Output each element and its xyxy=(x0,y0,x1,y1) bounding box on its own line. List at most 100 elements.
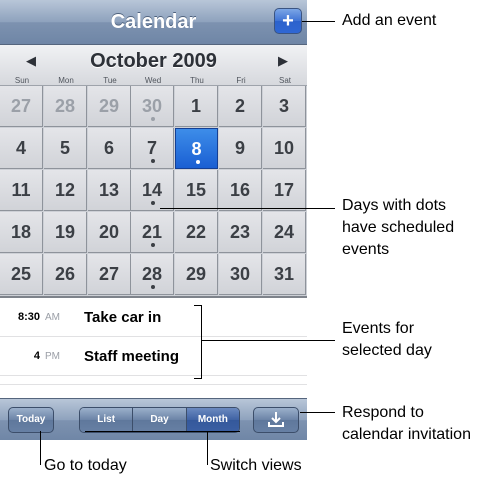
day-number: 9 xyxy=(234,138,245,158)
day-number: 20 xyxy=(98,222,120,242)
day-cell[interactable]: 9 xyxy=(219,128,262,169)
download-icon xyxy=(268,412,284,427)
day-number: 5 xyxy=(59,138,70,158)
day-number: 30 xyxy=(229,264,251,284)
callout-events: Events for selected day xyxy=(342,320,432,359)
view-switcher: List Day Month xyxy=(79,407,240,433)
event-row[interactable]: 8:30 AM Take car in xyxy=(0,298,307,337)
day-number: 26 xyxy=(54,264,76,284)
event-dot-icon xyxy=(196,160,200,164)
event-title: Staff meeting xyxy=(84,348,180,365)
day-cell[interactable]: 14 xyxy=(131,170,174,211)
day-number: 31 xyxy=(273,264,295,284)
day-cell[interactable]: 27 xyxy=(0,86,43,127)
callout-line xyxy=(40,431,41,465)
day-number: 6 xyxy=(103,138,114,158)
callout-line xyxy=(302,21,335,22)
month-title: October 2009 xyxy=(90,50,217,72)
divider xyxy=(0,384,307,385)
day-cell[interactable]: 7 xyxy=(131,128,174,169)
callout-respond: Respond to calendar invitation xyxy=(342,404,471,443)
day-cell[interactable]: 29 xyxy=(88,86,131,127)
day-number: 12 xyxy=(54,180,76,200)
day-number: 14 xyxy=(141,180,163,200)
day-number: 29 xyxy=(98,96,120,116)
day-cell[interactable]: 30 xyxy=(131,86,174,127)
event-time: 4 xyxy=(33,350,40,362)
add-event-button[interactable]: + xyxy=(274,8,302,34)
day-cell[interactable]: 16 xyxy=(219,170,262,211)
day-cell[interactable]: 26 xyxy=(44,254,87,295)
day-cell[interactable]: 29 xyxy=(175,254,218,295)
weekday-label: Thu xyxy=(190,76,204,85)
day-cell[interactable]: 13 xyxy=(88,170,131,211)
view-month-tab[interactable]: Month xyxy=(186,408,239,432)
weekday-label: Fri xyxy=(236,76,246,85)
next-month-icon[interactable]: ▶ xyxy=(276,54,290,68)
day-cell[interactable]: 5 xyxy=(44,128,87,169)
callout-views: Switch views xyxy=(210,457,302,474)
day-cell[interactable]: 11 xyxy=(0,170,43,211)
day-cell[interactable]: 19 xyxy=(44,212,87,253)
day-cell[interactable]: 1 xyxy=(175,86,218,127)
respond-invitation-button[interactable] xyxy=(253,407,299,433)
day-number: 17 xyxy=(273,180,295,200)
day-cell[interactable]: 23 xyxy=(219,212,262,253)
day-cell[interactable]: 30 xyxy=(219,254,262,295)
weekday-label: Tue xyxy=(103,76,117,85)
day-cell[interactable]: 25 xyxy=(0,254,43,295)
event-dot-icon xyxy=(151,201,155,205)
day-number: 27 xyxy=(98,264,120,284)
today-button[interactable]: Today xyxy=(8,407,54,433)
day-number: 13 xyxy=(98,180,120,200)
day-number: 25 xyxy=(10,264,32,284)
weekday-label: Wed xyxy=(144,76,162,85)
day-cell[interactable]: 15 xyxy=(175,170,218,211)
day-cell[interactable]: 21 xyxy=(131,212,174,253)
day-number: 8 xyxy=(191,139,202,159)
weekday-label: Sat xyxy=(278,76,291,85)
day-cell[interactable]: 24 xyxy=(263,212,306,253)
callout-dots: Days with dots have scheduled events xyxy=(342,197,455,258)
calendar-grid: 27 28 29 30 1 2 3 4 5 6 7 8 9 10 11 12 13 14 15 16 17 18 19 20 2… xyxy=(0,86,307,296)
event-ampm: AM xyxy=(45,312,60,323)
day-number: 19 xyxy=(54,222,76,242)
event-title: Take car in xyxy=(84,309,162,326)
callout-line xyxy=(160,208,335,209)
view-list-tab[interactable]: List xyxy=(80,408,134,432)
view-day-tab[interactable]: Day xyxy=(133,408,187,432)
day-number: 30 xyxy=(141,96,163,116)
day-cell[interactable]: 18 xyxy=(0,212,43,253)
callout-line xyxy=(85,431,240,432)
event-row[interactable]: 4 PM Staff meeting xyxy=(0,337,307,376)
day-cell[interactable]: 6 xyxy=(88,128,131,169)
day-cell[interactable]: 3 xyxy=(263,86,306,127)
callout-line xyxy=(207,431,208,465)
day-cell-selected[interactable]: 8 xyxy=(175,128,218,169)
event-dot-icon xyxy=(151,159,155,163)
day-cell[interactable]: 20 xyxy=(88,212,131,253)
day-cell[interactable]: 28 xyxy=(44,86,87,127)
event-time: 8:30 xyxy=(17,311,40,323)
day-number: 23 xyxy=(229,222,251,242)
day-cell[interactable]: 4 xyxy=(0,128,43,169)
event-dot-icon xyxy=(151,117,155,121)
day-number: 24 xyxy=(273,222,295,242)
day-cell[interactable]: 31 xyxy=(263,254,306,295)
day-cell[interactable]: 22 xyxy=(175,212,218,253)
day-number: 3 xyxy=(278,96,289,116)
day-cell[interactable]: 27 xyxy=(88,254,131,295)
day-cell[interactable]: 28 xyxy=(131,254,174,295)
day-number: 1 xyxy=(190,96,201,116)
day-number: 11 xyxy=(11,180,31,200)
nav-title: Calendar xyxy=(110,11,197,33)
day-cell[interactable]: 17 xyxy=(263,170,306,211)
day-number: 22 xyxy=(185,222,207,242)
day-cell[interactable]: 10 xyxy=(263,128,306,169)
weekday-label: Mon xyxy=(58,76,74,85)
callout-add-event: Add an event xyxy=(342,12,437,29)
day-cell[interactable]: 12 xyxy=(44,170,87,211)
day-cell[interactable]: 2 xyxy=(219,86,262,127)
day-number: 28 xyxy=(54,96,76,116)
navigation-bar: Calendar + xyxy=(0,0,307,45)
